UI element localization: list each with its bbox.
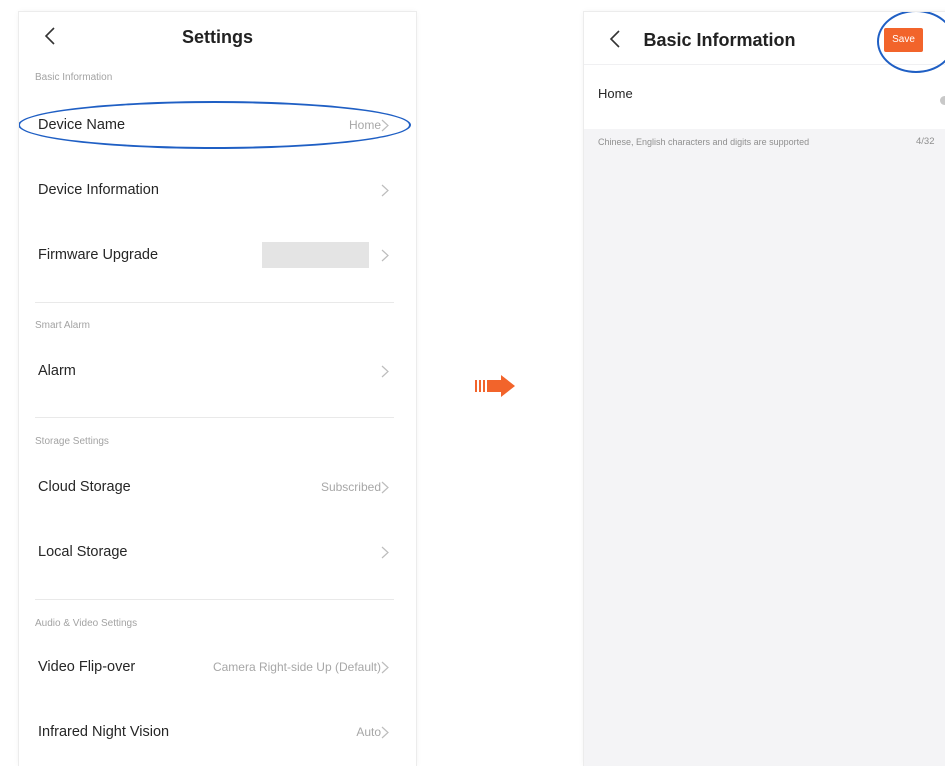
section-header-storage: Storage Settings <box>35 436 109 447</box>
page-title: Basic Information <box>643 30 796 50</box>
infrared-night-vision-label: Infrared Night Vision <box>38 724 170 740</box>
chevron-right-icon <box>381 119 389 132</box>
page-title: Settings <box>181 27 253 47</box>
alarm-row[interactable]: Alarm <box>19 346 416 396</box>
cloud-storage-row[interactable]: Cloud Storage Subscribed <box>19 462 416 512</box>
firmware-version-redacted <box>262 242 369 268</box>
cloud-storage-label: Cloud Storage <box>38 479 131 495</box>
basic-info-nav-bar: Basic Information Save <box>584 12 945 64</box>
infrared-night-vision-row[interactable]: Infrared Night Vision Auto <box>19 707 416 757</box>
divider <box>35 417 394 418</box>
device-name-label: Device Name <box>38 117 126 133</box>
alarm-label: Alarm <box>38 363 76 379</box>
device-information-label: Device Information <box>38 182 159 198</box>
input-hint-text: Chinese, English characters and digits a… <box>598 137 810 147</box>
chevron-right-icon <box>381 249 389 262</box>
device-name-row[interactable]: Device Name Home <box>19 100 416 150</box>
chevron-right-icon <box>381 481 389 494</box>
flow-arrow-icon <box>475 375 515 397</box>
cloud-storage-value: Subscribed <box>320 480 381 494</box>
chevron-right-icon <box>381 726 389 739</box>
settings-nav-bar: Settings <box>19 12 416 62</box>
firmware-upgrade-row[interactable]: Firmware Upgrade <box>19 230 416 280</box>
divider <box>35 302 394 303</box>
video-flip-row[interactable]: Video Flip-over Camera Right-side Up (De… <box>19 642 416 692</box>
chevron-right-icon <box>381 546 389 559</box>
firmware-upgrade-label: Firmware Upgrade <box>38 247 159 263</box>
device-name-value: Home <box>348 118 381 132</box>
section-header-basic: Basic Information <box>35 72 113 83</box>
chevron-right-icon <box>381 661 389 674</box>
divider <box>35 599 394 600</box>
section-header-audio-video: Audio & Video Settings <box>35 618 138 629</box>
infrared-night-vision-value: Auto <box>356 725 381 739</box>
character-count: 4/32 <box>916 136 935 147</box>
settings-screen: Settings Basic Information Device Name H… <box>19 12 416 766</box>
hint-band: Chinese, English characters and digits a… <box>584 129 945 155</box>
device-name-input[interactable] <box>584 67 945 119</box>
device-information-row[interactable]: Device Information <box>19 165 416 215</box>
chevron-right-icon <box>381 184 389 197</box>
video-flip-value: Camera Right-side Up (Default) <box>212 660 381 674</box>
content-background <box>584 155 945 766</box>
local-storage-label: Local Storage <box>38 544 128 560</box>
save-button[interactable]: Save <box>884 28 923 52</box>
section-header-smart-alarm: Smart Alarm <box>35 320 91 331</box>
local-storage-row[interactable]: Local Storage <box>19 527 416 577</box>
clear-icon[interactable] <box>940 96 945 105</box>
chevron-right-icon <box>381 365 389 378</box>
basic-information-screen: Basic Information Save Chinese, English … <box>584 12 945 766</box>
video-flip-label: Video Flip-over <box>38 659 136 675</box>
